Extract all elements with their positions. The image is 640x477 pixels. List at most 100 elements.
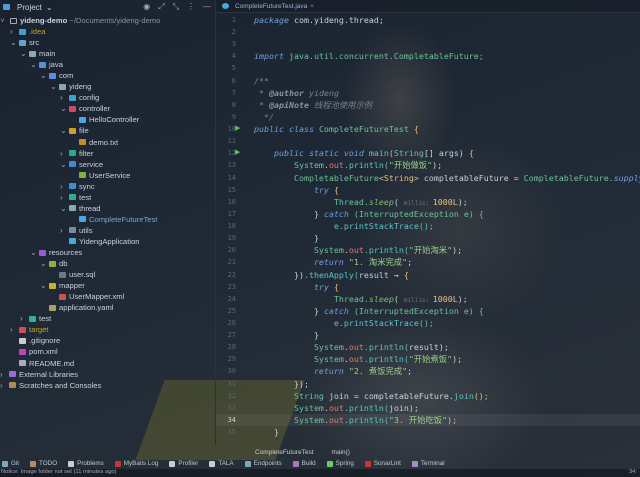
tree-item[interactable]: › filter	[60, 148, 93, 159]
tree-item[interactable]: ⌄ java	[30, 59, 63, 70]
chevron-down-icon[interactable]: ⌄	[10, 38, 17, 47]
chevron-down-icon[interactable]: ⌄	[60, 126, 67, 135]
tool-window-spring[interactable]: Spring	[326, 460, 354, 467]
tool-window-git[interactable]: Git	[2, 460, 19, 467]
tree-item[interactable]: ⌄ db	[40, 258, 67, 269]
tree-item[interactable]: › config	[60, 92, 99, 103]
code-token: catch	[323, 208, 354, 219]
tree-item[interactable]: › sync	[60, 181, 95, 192]
chevron-down-icon[interactable]: ⌄	[50, 82, 57, 91]
code-token: return	[254, 257, 349, 268]
breadcrumb-class[interactable]: CompleteFutureTest	[255, 449, 314, 456]
tree-item[interactable]: .gitignore	[19, 335, 60, 346]
tool-window-endpoints[interactable]: Endpoints	[244, 460, 282, 467]
tool-window-todo[interactable]: TODO	[30, 460, 57, 467]
line-number: 2	[231, 28, 236, 37]
tree-item[interactable]: ⌄ src	[10, 37, 39, 48]
tree-item-label: user.sql	[69, 270, 96, 280]
locate-icon[interactable]: ◉	[143, 2, 150, 12]
more-options-icon[interactable]: ⋮	[187, 2, 195, 12]
tool-window-problems[interactable]: Problems	[68, 460, 104, 467]
tool-window-tala[interactable]: TALA	[209, 460, 234, 467]
tool-window-sonarlint[interactable]: SonarLint	[364, 460, 401, 467]
tree-item[interactable]: HelloController	[79, 114, 139, 125]
breadcrumb-method[interactable]: main()	[332, 449, 350, 456]
tree-item[interactable]: ⌄ mapper	[40, 280, 85, 291]
tree-item[interactable]: ⌄ controller	[60, 103, 110, 114]
chevron-down-icon[interactable]: ⌄	[60, 160, 67, 169]
tree-item[interactable]: pom.xml	[19, 346, 58, 357]
chevron-down-icon[interactable]: ⌄	[40, 259, 47, 268]
tree-item[interactable]: › target	[10, 324, 48, 335]
tab-completefuturetest[interactable]: CompleteFutureTest.java ×	[216, 0, 640, 13]
tree-item[interactable]: ⌄ resources	[30, 247, 82, 258]
chevron-right-icon[interactable]: ›	[10, 27, 13, 36]
chevron-down-icon[interactable]: ⌄	[40, 71, 47, 80]
tree-item[interactable]: CompleteFutureTest	[79, 214, 157, 225]
code-line: package com.yideng.thread;	[254, 14, 384, 26]
collapse-all-icon[interactable]: ⤡	[173, 2, 179, 12]
chevron-down-icon[interactable]: ⌄	[60, 104, 67, 113]
tool-window-label: Build	[301, 460, 316, 467]
tree-item[interactable]: demo.txt	[79, 137, 118, 148]
tree-item[interactable]: › .idea	[10, 26, 45, 37]
chevron-right-icon[interactable]: ›	[60, 149, 63, 158]
tree-item[interactable]: ⌄ main	[20, 48, 55, 59]
tree-item[interactable]: › test	[20, 313, 51, 324]
chevron-right-icon[interactable]: ›	[60, 226, 63, 235]
tree-item[interactable]: UserMapper.xml	[59, 291, 124, 302]
tree-item[interactable]: › utils	[60, 225, 93, 236]
endpoints-icon	[244, 460, 251, 467]
tool-window-mybatis-log[interactable]: MyBatis Log	[114, 460, 158, 467]
project-panel-title[interactable]: Project	[17, 3, 42, 12]
code-token: );	[408, 402, 419, 413]
tree-item[interactable]: ⌄ service	[60, 159, 103, 170]
code-token: ();	[473, 390, 489, 401]
tree-item[interactable]: ⌄ file	[60, 125, 89, 136]
line-number: 6	[231, 76, 236, 85]
tree-item[interactable]: YidengApplication	[69, 236, 140, 247]
tree-item[interactable]: README.md	[19, 358, 74, 369]
tree-item[interactable]: › External Libraries	[0, 369, 78, 380]
tree-item[interactable]: ⌄ thread	[60, 203, 101, 214]
chevron-right-icon[interactable]: ›	[60, 182, 63, 191]
code-token: System	[254, 245, 344, 256]
tree-item-label: .gitignore	[29, 336, 61, 346]
line-number: 20	[227, 246, 236, 255]
chevron-down-icon[interactable]: ⌄	[60, 204, 67, 213]
code-token: completableFuture =	[423, 172, 524, 183]
tree-root[interactable]: v yideng-demo ~/Documents/yideng-demo	[0, 15, 160, 26]
chevron-down-icon[interactable]: ⌄	[20, 49, 27, 58]
tree-item[interactable]: UserService	[79, 170, 130, 181]
chevron-down-icon[interactable]: ⌄	[40, 281, 47, 290]
close-icon[interactable]: ×	[310, 3, 314, 10]
code-token: }	[254, 330, 319, 341]
tree-item[interactable]: › Scratches and Consoles	[0, 380, 101, 391]
chevron-right-icon[interactable]: ›	[20, 314, 23, 323]
chevron-down-icon[interactable]: ⌄	[46, 3, 53, 12]
tool-window-terminal[interactable]: Terminal	[411, 460, 445, 467]
chevron-right-icon[interactable]: ›	[10, 325, 13, 334]
chevron-right-icon[interactable]: ›	[0, 370, 3, 379]
tool-window-build[interactable]: Build	[292, 460, 316, 467]
run-main-icon[interactable]: ▶	[235, 148, 240, 156]
tree-item[interactable]: ⌄ com	[40, 70, 73, 81]
tree-item[interactable]: › test	[60, 192, 91, 203]
caret-position[interactable]: 34:	[629, 469, 637, 475]
tree-item[interactable]: ⌄ yideng	[50, 81, 91, 92]
tree-item[interactable]: application.yaml	[49, 302, 113, 313]
todo-icon	[30, 460, 37, 467]
chevron-down-icon[interactable]: ⌄	[30, 60, 37, 69]
run-class-icon[interactable]: ▶	[235, 124, 240, 132]
chevron-down-icon[interactable]: v	[1, 18, 4, 24]
hide-icon[interactable]: —	[203, 2, 211, 12]
tree-item[interactable]: user.sql	[59, 269, 95, 280]
chevron-right-icon[interactable]: ›	[60, 93, 63, 102]
expand-all-icon[interactable]: ⤢	[158, 2, 164, 12]
status-notice[interactable]: Notice: Image folder not set (11 minutes…	[1, 469, 117, 475]
folder-icon	[69, 105, 76, 112]
tool-window-profiler[interactable]: Profiler	[169, 460, 198, 467]
chevron-right-icon[interactable]: ›	[0, 381, 3, 390]
chevron-right-icon[interactable]: ›	[60, 193, 63, 202]
chevron-down-icon[interactable]: ⌄	[30, 248, 37, 257]
